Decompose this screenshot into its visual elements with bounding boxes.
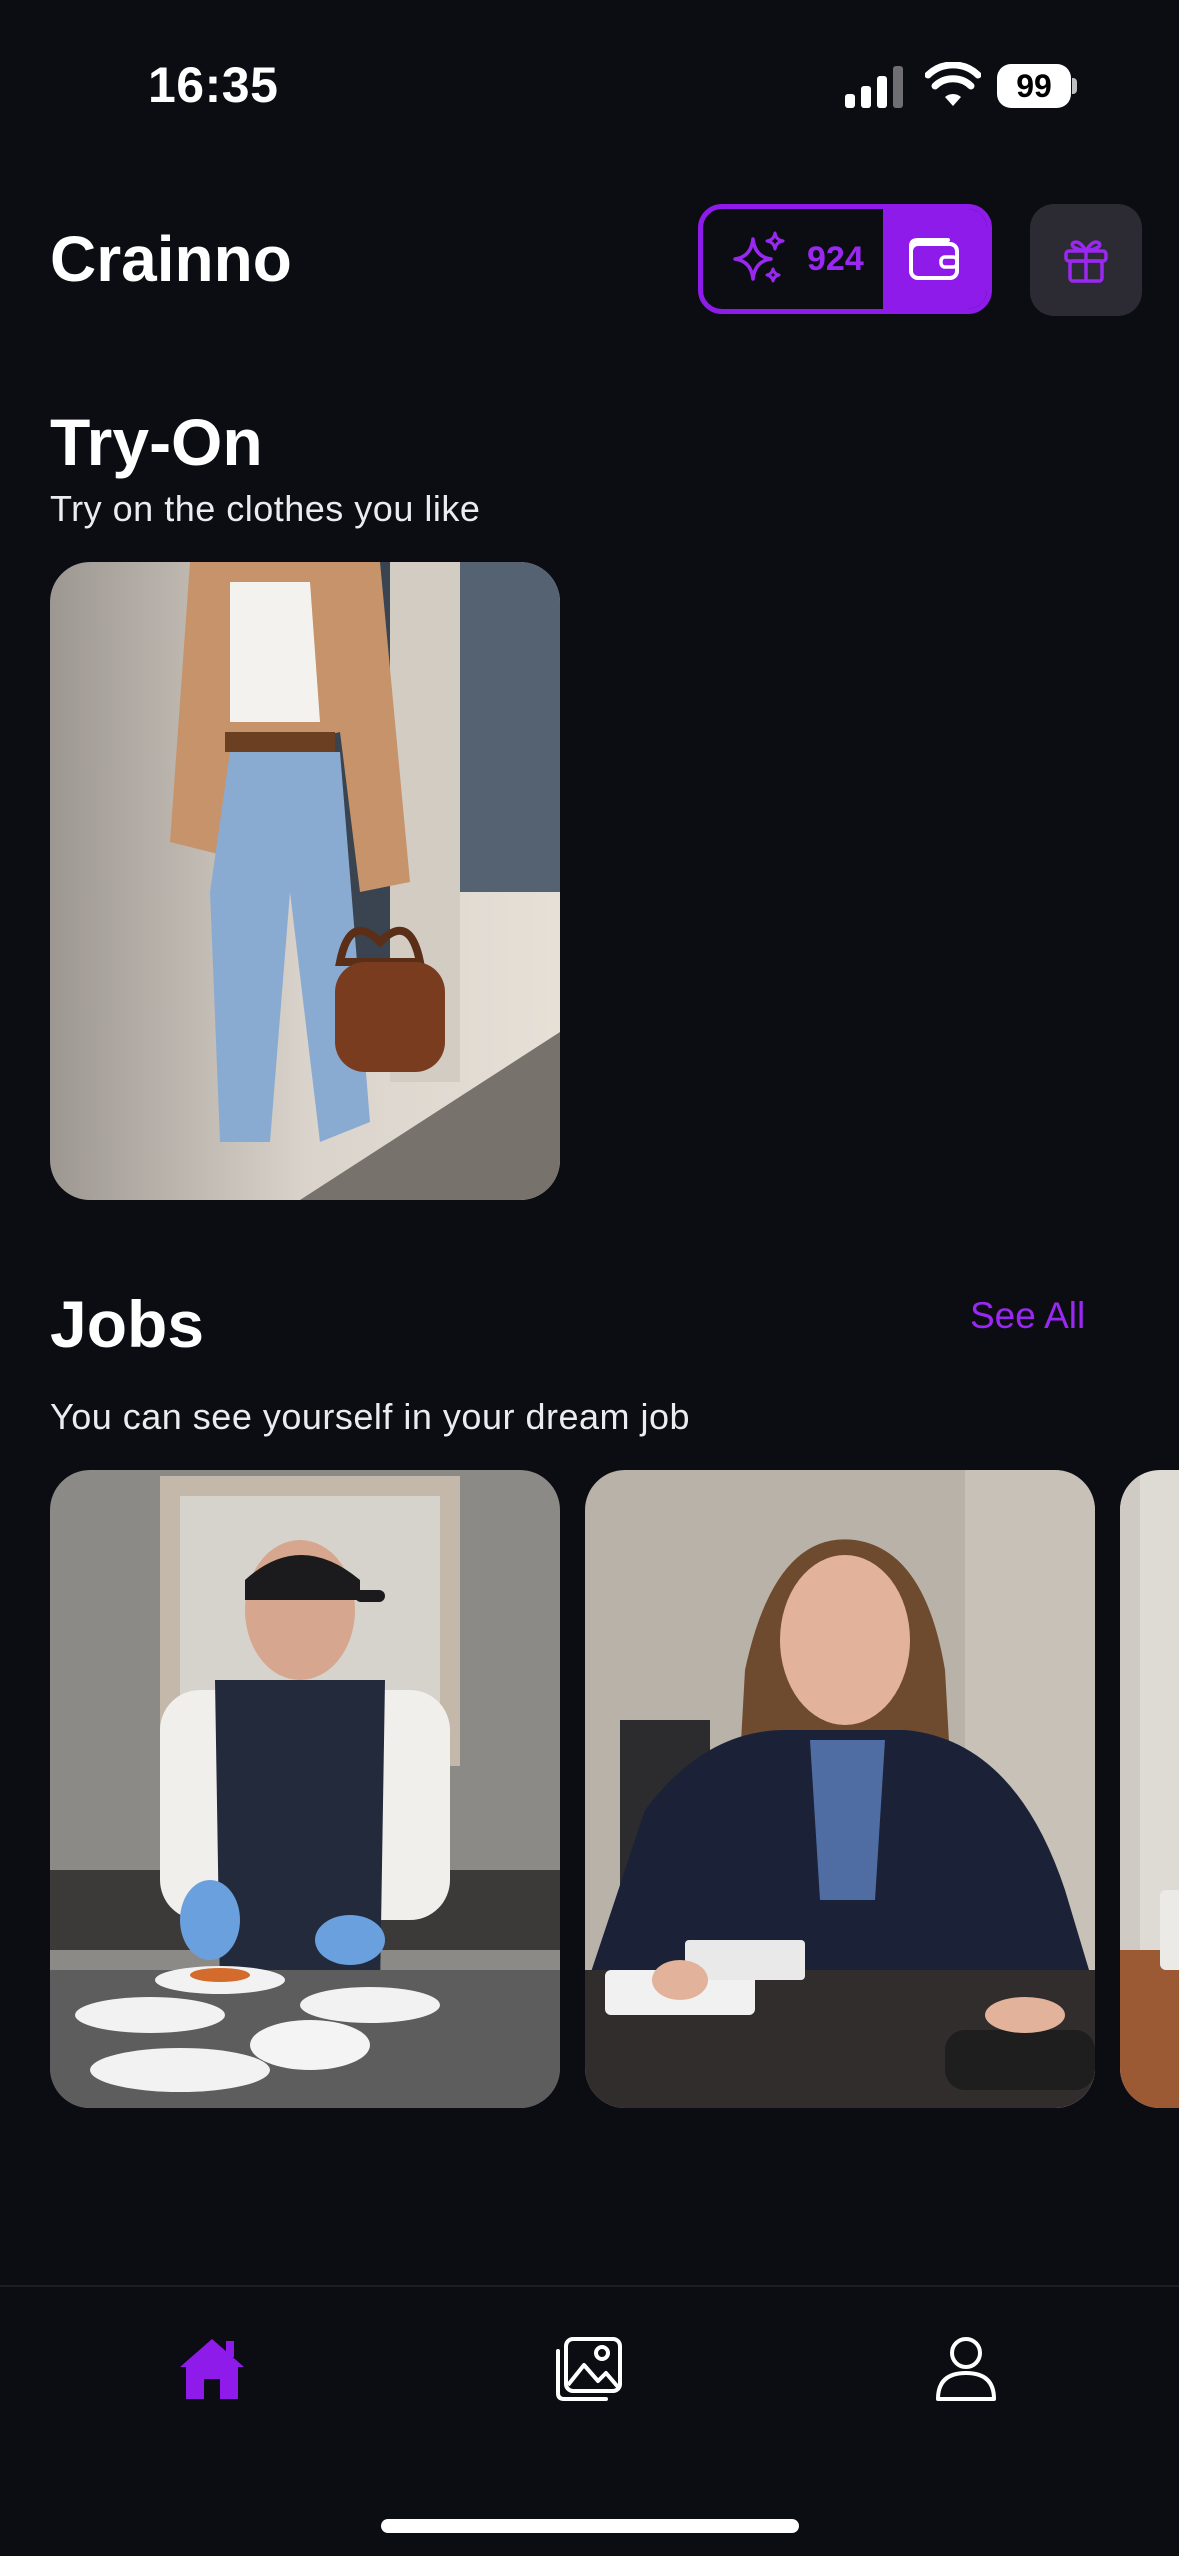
wifi-icon [925, 62, 981, 106]
app-title: Crainno [50, 223, 292, 295]
sparkles-icon [733, 231, 785, 283]
credits-count: 924 [807, 239, 864, 278]
job-card-office[interactable] [585, 1470, 1095, 2108]
profile-icon[interactable] [935, 2335, 997, 2403]
jobs-title: Jobs [50, 1287, 205, 1361]
tab-bar-divider [0, 2285, 1179, 2287]
job-card-partial[interactable] [1120, 1470, 1179, 2108]
gift-button[interactable] [1030, 204, 1142, 316]
jobs-subtitle: You can see yourself in your dream job [50, 1396, 691, 1437]
home-icon[interactable] [178, 2335, 246, 2403]
job-card-chef[interactable] [50, 1470, 560, 2108]
see-all-link[interactable]: See All [970, 1295, 1085, 1337]
try-on-title: Try-On [50, 405, 263, 479]
office-photo [585, 1470, 1095, 2108]
try-on-card[interactable] [50, 562, 560, 1200]
battery-level: 99 [997, 64, 1071, 108]
home-indicator[interactable] [381, 2519, 799, 2533]
credits-button[interactable]: 924 [698, 204, 992, 314]
gift-icon [1064, 240, 1108, 283]
status-time: 16:35 [148, 57, 279, 113]
try-on-photo [50, 562, 560, 1200]
battery-indicator: 99 [997, 64, 1077, 108]
cellular-signal-icon [845, 66, 903, 108]
try-on-subtitle: Try on the clothes you like [50, 488, 481, 529]
chef-photo [50, 1470, 560, 2108]
gallery-icon[interactable] [552, 2335, 624, 2403]
wallet-icon [909, 238, 959, 280]
job-photo-partial [1120, 1470, 1179, 2108]
